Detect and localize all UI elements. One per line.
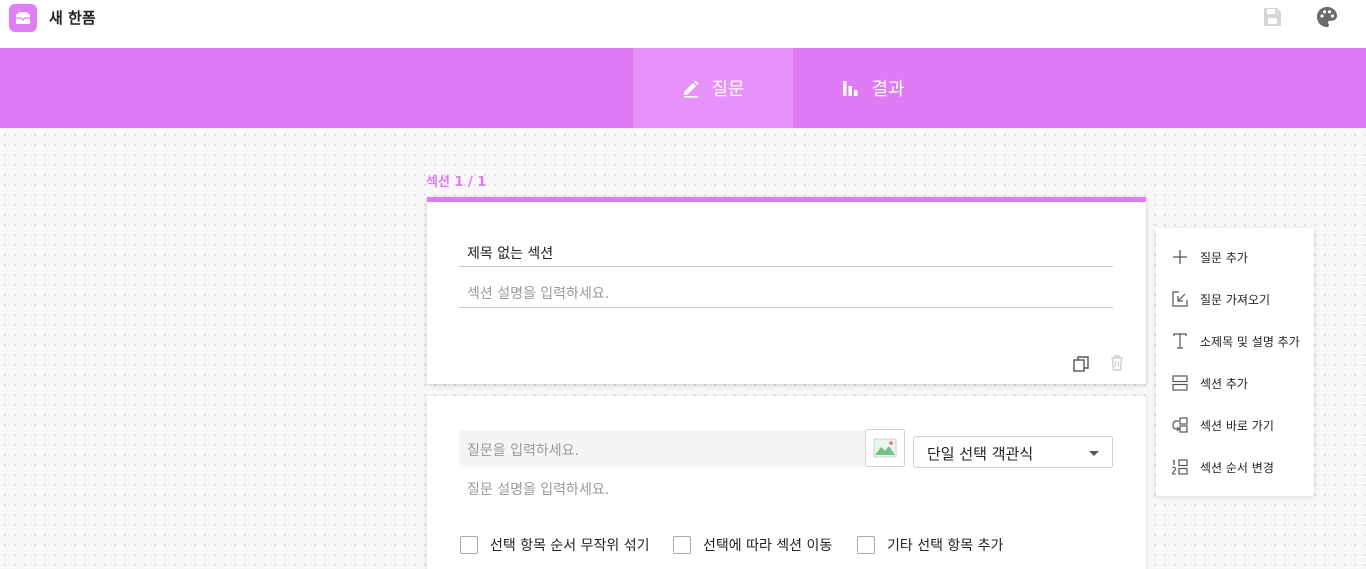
plus-icon: [1173, 250, 1187, 264]
add-section-label: 섹션 추가: [1200, 376, 1248, 391]
tab-bar: 질문 결과: [0, 48, 1366, 128]
section-icon: [1172, 375, 1188, 391]
bar-chart-icon: [843, 81, 858, 96]
branching-label: 선택에 따라 섹션 이동: [703, 538, 833, 554]
image-icon: [873, 438, 897, 458]
app-logo-icon[interactable]: [9, 4, 37, 32]
top-bar: 새 한폼: [0, 0, 1366, 48]
tab-results-label: 결과: [871, 79, 905, 100]
option-branching[interactable]: 선택에 따라 섹션 이동: [673, 535, 832, 555]
reorder-section-button[interactable]: 섹션 순서 변경: [1156, 452, 1314, 482]
section-jump-label: 섹션 바로 가기: [1200, 418, 1274, 433]
add-subtitle-label: 소제목 및 설명 추가: [1200, 334, 1300, 349]
option-other[interactable]: 기타 선택 항목 추가: [857, 535, 1003, 555]
question-type-value: 단일 선택 객관식: [927, 445, 1034, 463]
add-subtitle-button[interactable]: 소제목 및 설명 추가: [1156, 326, 1314, 356]
section-jump-icon: [1172, 417, 1188, 433]
shuffle-checkbox[interactable]: [460, 536, 478, 554]
option-shuffle[interactable]: 선택 항목 순서 무작위 섞기: [460, 535, 649, 555]
import-icon: [1172, 291, 1188, 307]
tab-questions-label: 질문: [711, 79, 745, 100]
reorder-icon: [1171, 459, 1188, 475]
add-question-label: 질문 추가: [1200, 250, 1248, 265]
add-section-button[interactable]: 섹션 추가: [1156, 368, 1314, 398]
question-description-input[interactable]: 질문 설명을 입력하세요.: [467, 479, 609, 499]
palette-icon[interactable]: [1315, 5, 1339, 29]
other-checkbox[interactable]: [857, 536, 875, 554]
text-icon: [1173, 333, 1187, 349]
chevron-down-icon: [1089, 451, 1099, 456]
question-type-select[interactable]: 단일 선택 객관식: [913, 436, 1113, 468]
section-description-input[interactable]: 섹션 설명을 입력하세요.: [459, 275, 1113, 308]
copy-icon[interactable]: [1072, 355, 1090, 373]
other-label: 기타 선택 항목 추가: [887, 538, 1004, 554]
pencil-icon: [684, 80, 699, 98]
tab-questions[interactable]: 질문: [633, 48, 793, 128]
branching-checkbox[interactable]: [673, 536, 691, 554]
import-question-button[interactable]: 질문 가져오기: [1156, 284, 1314, 314]
trash-icon[interactable]: [1108, 354, 1126, 372]
section-title-input[interactable]: 제목 없는 섹션: [459, 234, 1113, 267]
shuffle-label: 선택 항목 순서 무작위 섞기: [490, 538, 650, 554]
section-card: 제목 없는 섹션 섹션 설명을 입력하세요.: [427, 197, 1146, 384]
side-toolbar: 질문 추가 질문 가져오기 소제목 및 설명 추가 섹션 추가 섹션 바로 가기: [1156, 228, 1314, 496]
add-question-button[interactable]: 질문 추가: [1156, 242, 1314, 272]
section-jump-button[interactable]: 섹션 바로 가기: [1156, 410, 1314, 440]
document-title[interactable]: 새 한폼: [49, 7, 96, 28]
save-icon[interactable]: [1261, 6, 1283, 28]
question-card: 질문을 입력하세요. 단일 선택 객관식 질문 설명을 입력하세요. 선택 항목…: [427, 396, 1146, 569]
import-question-label: 질문 가져오기: [1200, 292, 1271, 307]
question-title-input[interactable]: 질문을 입력하세요.: [459, 430, 885, 467]
tab-results[interactable]: 결과: [793, 48, 953, 128]
section-counter: 섹션 1 / 1: [426, 175, 487, 190]
reorder-section-label: 섹션 순서 변경: [1200, 460, 1274, 475]
add-image-button[interactable]: [865, 429, 905, 467]
